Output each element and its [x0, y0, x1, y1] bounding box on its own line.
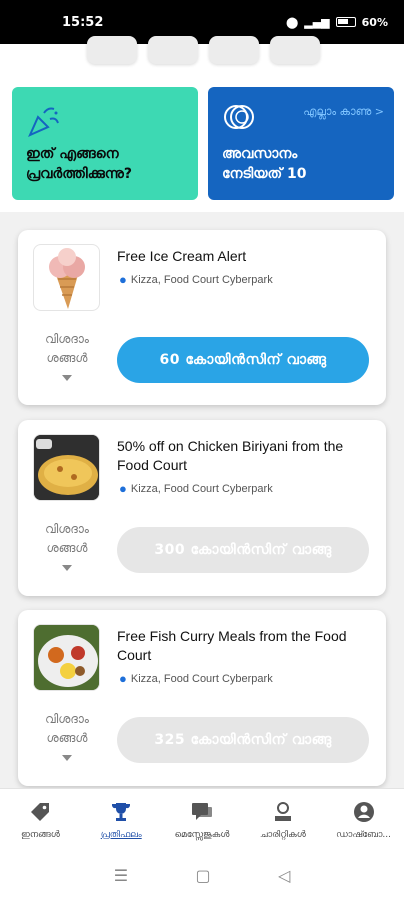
nav-messages[interactable]: മെസ്സേജുകൾ — [162, 789, 243, 850]
fish-curry-meals-image — [33, 624, 100, 691]
location-pin-icon: ● — [119, 481, 127, 496]
chevron-down-icon[interactable] — [62, 375, 72, 381]
offer-location: ● Kizza, Food Court Cyberpark — [119, 671, 273, 686]
buy-button[interactable]: 60 കോയിൻസിന് വാങ്ങു — [117, 337, 369, 383]
home-icon[interactable]: ▢ — [195, 866, 210, 885]
category-chip[interactable] — [148, 36, 198, 64]
buy-button[interactable]: 325 കോയിൻസിന് വാങ്ങു — [117, 717, 369, 763]
nav-dashboard-label: ഡാഷ്ബോ... — [336, 829, 391, 840]
nav-rewards-label: പ്രതിഫലം — [100, 829, 142, 840]
nav-rewards[interactable]: പ്രതിഫലം — [81, 789, 162, 850]
buy-button[interactable]: 300 കോയിൻസിന് വാങ്ങു — [117, 527, 369, 573]
recent-apps-icon[interactable]: ☰ — [114, 866, 128, 885]
bottom-nav: ഇനങ്ങൾ പ്രതിഫലം മെസ്സേജുകൾ ചാരിറ്റികൾ ഡാ… — [0, 788, 404, 850]
status-time: 15:52 — [62, 14, 104, 30]
battery-percent: 60% — [361, 15, 388, 29]
offer-location: ● Kizza, Food Court Cyberpark — [119, 481, 273, 496]
offers-list: Free Ice Cream Alert ● Kizza, Food Court… — [0, 212, 404, 788]
how-it-works-label: ഇത് എങ്ങനെ പ്രവർത്തിക്കുന്നു? — [26, 146, 132, 182]
system-nav-bar: ☰ ▢ ◁ — [0, 850, 404, 900]
coins-icon — [224, 105, 254, 129]
offer-title: 50% off on Chicken Biriyani from the Foo… — [117, 438, 344, 473]
nav-items[interactable]: ഇനങ്ങൾ — [0, 789, 81, 850]
offer-card: Free Fish Curry Meals from the Food Cour… — [18, 610, 386, 786]
party-popper-icon — [28, 107, 59, 137]
offer-title: Free Ice Cream Alert — [117, 248, 247, 264]
last-earned-tile[interactable]: എല്ലാം കാണു > അവസാനം നേടിയത് 10 — [208, 87, 394, 200]
offer-title: Free Fish Curry Meals from the Food Cour… — [117, 628, 347, 663]
offer-location-text: Kizza, Food Court Cyberpark — [130, 482, 273, 495]
offer-location: ● Kizza, Food Court Cyberpark — [119, 272, 273, 287]
category-chip[interactable] — [87, 36, 137, 64]
account-icon — [353, 801, 374, 822]
category-chip[interactable] — [209, 36, 259, 64]
last-earned-label: അവസാനം നേടിയത് 10 — [222, 146, 307, 182]
offer-location-text: Kizza, Food Court Cyberpark — [130, 273, 273, 286]
offer-location-text: Kizza, Food Court Cyberpark — [130, 672, 273, 685]
see-all-link[interactable]: എല്ലാം കാണു > — [303, 105, 384, 119]
back-icon[interactable]: ◁ — [278, 866, 290, 885]
details-toggle[interactable]: വിശദാം ശങ്ങൾ — [32, 330, 102, 368]
tag-icon — [31, 802, 50, 821]
ice-cream-image — [33, 244, 100, 311]
location-icon: ⬤ — [285, 15, 299, 29]
status-bar: 15:52 ⬤ ▂▄▆ 60% — [0, 0, 404, 44]
category-chips — [0, 36, 404, 66]
nav-messages-label: മെസ്സേജുകൾ — [174, 829, 230, 840]
messages-icon — [191, 802, 212, 820]
battery-icon — [335, 17, 356, 27]
details-toggle[interactable]: വിശദാം ശങ്ങൾ — [32, 520, 102, 558]
offer-card: 50% off on Chicken Biriyani from the Foo… — [18, 420, 386, 596]
trophy-icon — [112, 802, 131, 821]
charity-icon — [274, 801, 291, 821]
status-icons: ⬤ ▂▄▆ 60% — [286, 16, 388, 29]
offer-card: Free Ice Cream Alert ● Kizza, Food Court… — [18, 230, 386, 405]
details-toggle[interactable]: വിശദാം ശങ്ങൾ — [32, 710, 102, 748]
nav-charities[interactable]: ചാരിറ്റികൾ — [242, 789, 323, 850]
signal-icon: ▂▄▆ — [304, 15, 330, 29]
chevron-down-icon[interactable] — [62, 565, 72, 571]
nav-charities-label: ചാരിറ്റികൾ — [259, 829, 306, 840]
location-pin-icon: ● — [119, 272, 127, 287]
chevron-down-icon[interactable] — [62, 755, 72, 761]
category-chip[interactable] — [270, 36, 320, 64]
how-it-works-tile[interactable]: ഇത് എങ്ങനെ പ്രവർത്തിക്കുന്നു? — [12, 87, 198, 200]
nav-items-label: ഇനങ്ങൾ — [21, 829, 60, 840]
location-pin-icon: ● — [119, 671, 127, 686]
biriyani-image — [33, 434, 100, 501]
nav-dashboard[interactable]: ഡാഷ്ബോ... — [323, 789, 404, 850]
